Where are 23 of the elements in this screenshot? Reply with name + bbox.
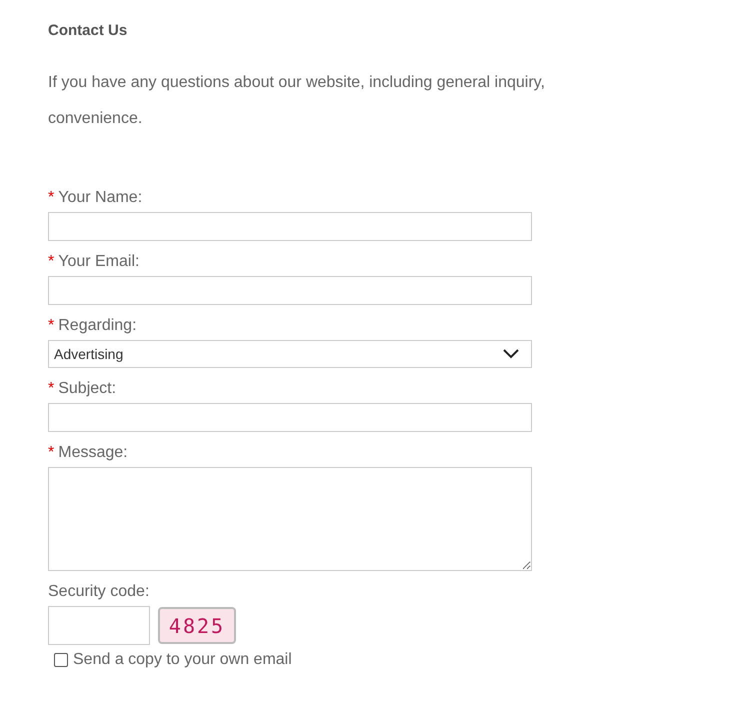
field-label: Subject:: [58, 379, 116, 399]
field-label: Security code:: [48, 582, 150, 602]
text-field[interactable]: [48, 276, 532, 305]
message-field[interactable]: [48, 467, 532, 571]
regarding-dropdown[interactable]: Advertising: [48, 340, 532, 368]
field-label: Your Email:: [58, 252, 140, 272]
required-mark: *: [48, 443, 54, 463]
required-mark: *: [48, 379, 54, 399]
field-label: Regarding:: [58, 316, 137, 336]
required-mark: *: [48, 316, 54, 336]
intro-text: If you have any questions about our website, including general inquiry,: [48, 73, 545, 93]
required-mark: *: [48, 188, 54, 208]
captcha-code: 4825: [158, 607, 236, 644]
page-heading: Contact Us: [48, 21, 128, 41]
text-field[interactable]: [48, 403, 532, 432]
required-mark: *: [48, 252, 54, 272]
copy-checkbox[interactable]: Send a copy to your own email: [54, 651, 750, 669]
text-field[interactable]: [48, 212, 532, 241]
chevron-down-icon: [503, 349, 519, 359]
security-code-field[interactable]: [48, 606, 150, 645]
field-label: Your Name:: [58, 188, 142, 208]
field-label: Message:: [58, 443, 128, 463]
intro-text: convenience.: [48, 109, 142, 129]
